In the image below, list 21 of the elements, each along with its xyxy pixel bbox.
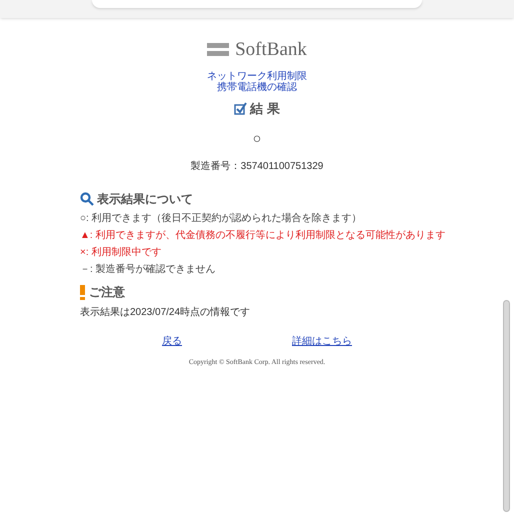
- subtitle: 携帯電話機の確認: [217, 82, 297, 92]
- serial-number: 製造番号：357401100751329: [190, 160, 324, 174]
- link[interactable]: 戻る: [162, 334, 182, 349]
- exclamation-icon: [80, 284, 85, 300]
- scrollbar[interactable]: [503, 300, 510, 512]
- search-icon: [80, 192, 94, 206]
- result-mark: ○: [252, 129, 262, 148]
- legend-item: ×: 利用制限中です: [80, 246, 162, 260]
- checkbox-icon: [234, 102, 248, 115]
- search-bar[interactable]: [92, 0, 422, 8]
- logo-icon: [207, 43, 230, 58]
- logo-text: SoftBank: [235, 38, 307, 62]
- section-heading: ご注意: [89, 284, 125, 301]
- link[interactable]: 詳細はこちら: [292, 334, 352, 349]
- legend-item: ▲: 利用できますが、代金債務の不履行等により利用制限となる可能性があります: [80, 228, 446, 243]
- legend-item: ○: 利用できます（後日不正契約が認められた場合を除きます）: [80, 212, 363, 226]
- notice-text: 表示結果は2023/07/24時点の情報です: [80, 306, 252, 320]
- section-heading: 表示結果について: [97, 191, 193, 208]
- result-heading: 結 果: [250, 100, 280, 118]
- subtitle: ネットワーク利用制限: [207, 70, 307, 82]
- legend-item: －: 製造番号が確認できません: [80, 262, 217, 277]
